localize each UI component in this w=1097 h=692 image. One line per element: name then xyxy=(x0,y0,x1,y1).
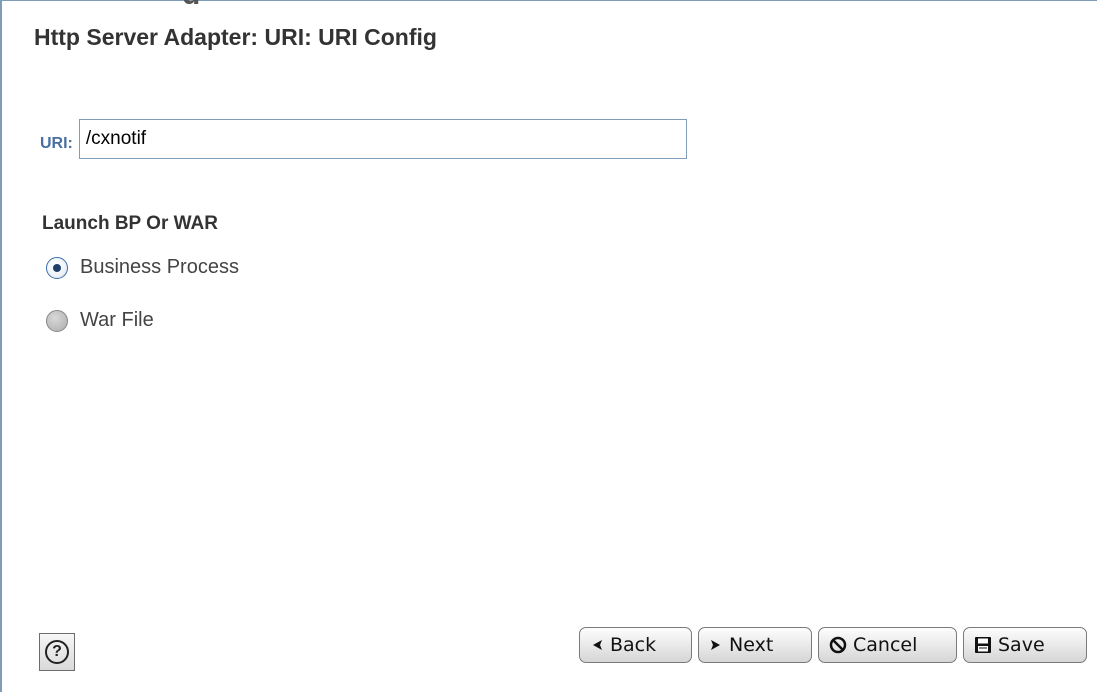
save-disk-icon xyxy=(974,636,992,654)
radio-war-file[interactable]: War File xyxy=(46,309,154,332)
help-icon: ? xyxy=(45,640,69,664)
cancel-button-label: Cancel xyxy=(853,634,918,656)
help-button[interactable]: ? xyxy=(39,633,75,671)
radio-business-process-label: Business Process xyxy=(80,256,239,278)
back-button[interactable]: Back xyxy=(579,627,692,663)
cancel-icon xyxy=(829,636,847,654)
top-border xyxy=(2,0,1097,1)
uri-config-page: g Http Server Adapter: URI: URI Config U… xyxy=(0,0,1097,692)
next-arrow-icon xyxy=(709,638,723,652)
uri-row: URI: xyxy=(40,118,687,160)
radio-checked-icon[interactable] xyxy=(46,256,68,279)
back-button-label: Back xyxy=(610,634,657,656)
next-button-label: Next xyxy=(729,634,774,656)
radio-business-process[interactable]: Business Process xyxy=(46,256,239,279)
save-button-label: Save xyxy=(998,634,1045,656)
cancel-button[interactable]: Cancel xyxy=(818,627,957,663)
wizard-button-bar: Back Next Cancel Save xyxy=(579,627,1087,663)
back-arrow-icon xyxy=(590,638,604,652)
page-title: Http Server Adapter: URI: URI Config xyxy=(34,24,437,50)
next-button[interactable]: Next xyxy=(698,627,812,663)
uri-label: URI: xyxy=(40,135,73,152)
radio-unchecked-icon[interactable] xyxy=(46,309,68,332)
uri-input[interactable] xyxy=(78,119,687,159)
launch-bp-or-war-heading: Launch BP Or WAR xyxy=(42,213,218,234)
clipped-header-remnant: g xyxy=(182,0,242,4)
save-button[interactable]: Save xyxy=(963,627,1087,663)
radio-war-file-label: War File xyxy=(80,309,154,331)
